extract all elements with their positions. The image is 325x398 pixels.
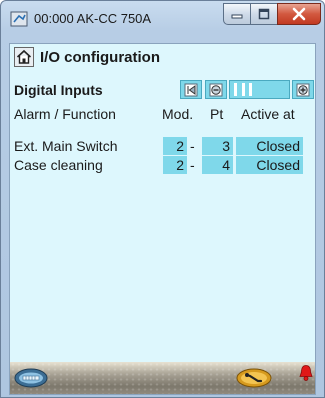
- column-header-active-at: Active at: [241, 106, 295, 122]
- active-at-field[interactable]: Closed: [236, 156, 303, 174]
- separator: -: [190, 138, 195, 154]
- maximize-icon: [258, 8, 270, 20]
- active-at-field[interactable]: Closed: [236, 137, 303, 155]
- wrench-icon[interactable]: [236, 368, 272, 388]
- minimize-icon: [231, 14, 243, 19]
- separator: -: [190, 157, 195, 173]
- table-row[interactable]: Case cleaning 2 - 4 Closed: [10, 156, 315, 174]
- column-header-function: Alarm / Function: [14, 106, 116, 122]
- alarm-bell-icon[interactable]: [298, 364, 314, 382]
- close-button[interactable]: [277, 3, 321, 25]
- column-header-module: Mod.: [162, 106, 194, 122]
- module-field[interactable]: 2: [163, 156, 187, 174]
- app-icon: [10, 11, 28, 27]
- point-field[interactable]: 3: [202, 137, 233, 155]
- maximize-button[interactable]: [250, 3, 278, 25]
- footer-bar: [10, 362, 315, 394]
- first-page-button[interactable]: [180, 80, 202, 99]
- section-title: Digital Inputs: [14, 82, 103, 98]
- keyboard-icon[interactable]: [14, 368, 48, 388]
- next-page-icon: [296, 83, 310, 96]
- window-title: 00:000 AK-CC 750A: [34, 11, 152, 26]
- table-row[interactable]: Ext. Main Switch 2 - 3 Closed: [10, 137, 315, 155]
- client-area: I/O configuration Digital Inputs Alarm /…: [9, 43, 316, 395]
- page-header: I/O configuration: [10, 44, 315, 72]
- minimize-button[interactable]: [223, 3, 251, 25]
- column-header-point: Pt: [210, 106, 224, 122]
- home-icon: [16, 49, 32, 64]
- row-function-label: Case cleaning: [14, 157, 103, 173]
- scrollbar-thumb[interactable]: [234, 83, 252, 96]
- row-function-label: Ext. Main Switch: [14, 138, 118, 154]
- previous-page-button[interactable]: [205, 80, 227, 99]
- app-window: 00:000 AK-CC 750A I/O configuration Digi…: [0, 0, 325, 398]
- next-page-button[interactable]: [292, 80, 314, 99]
- title-bar[interactable]: 00:000 AK-CC 750A: [1, 1, 324, 35]
- home-button[interactable]: [14, 47, 34, 67]
- module-field[interactable]: 2: [163, 137, 187, 155]
- close-icon: [292, 7, 306, 21]
- page-title: I/O configuration: [40, 49, 160, 66]
- point-field[interactable]: 4: [202, 156, 233, 174]
- previous-page-icon: [209, 83, 223, 96]
- first-page-icon: [184, 83, 198, 96]
- page-scrollbar[interactable]: [229, 80, 290, 99]
